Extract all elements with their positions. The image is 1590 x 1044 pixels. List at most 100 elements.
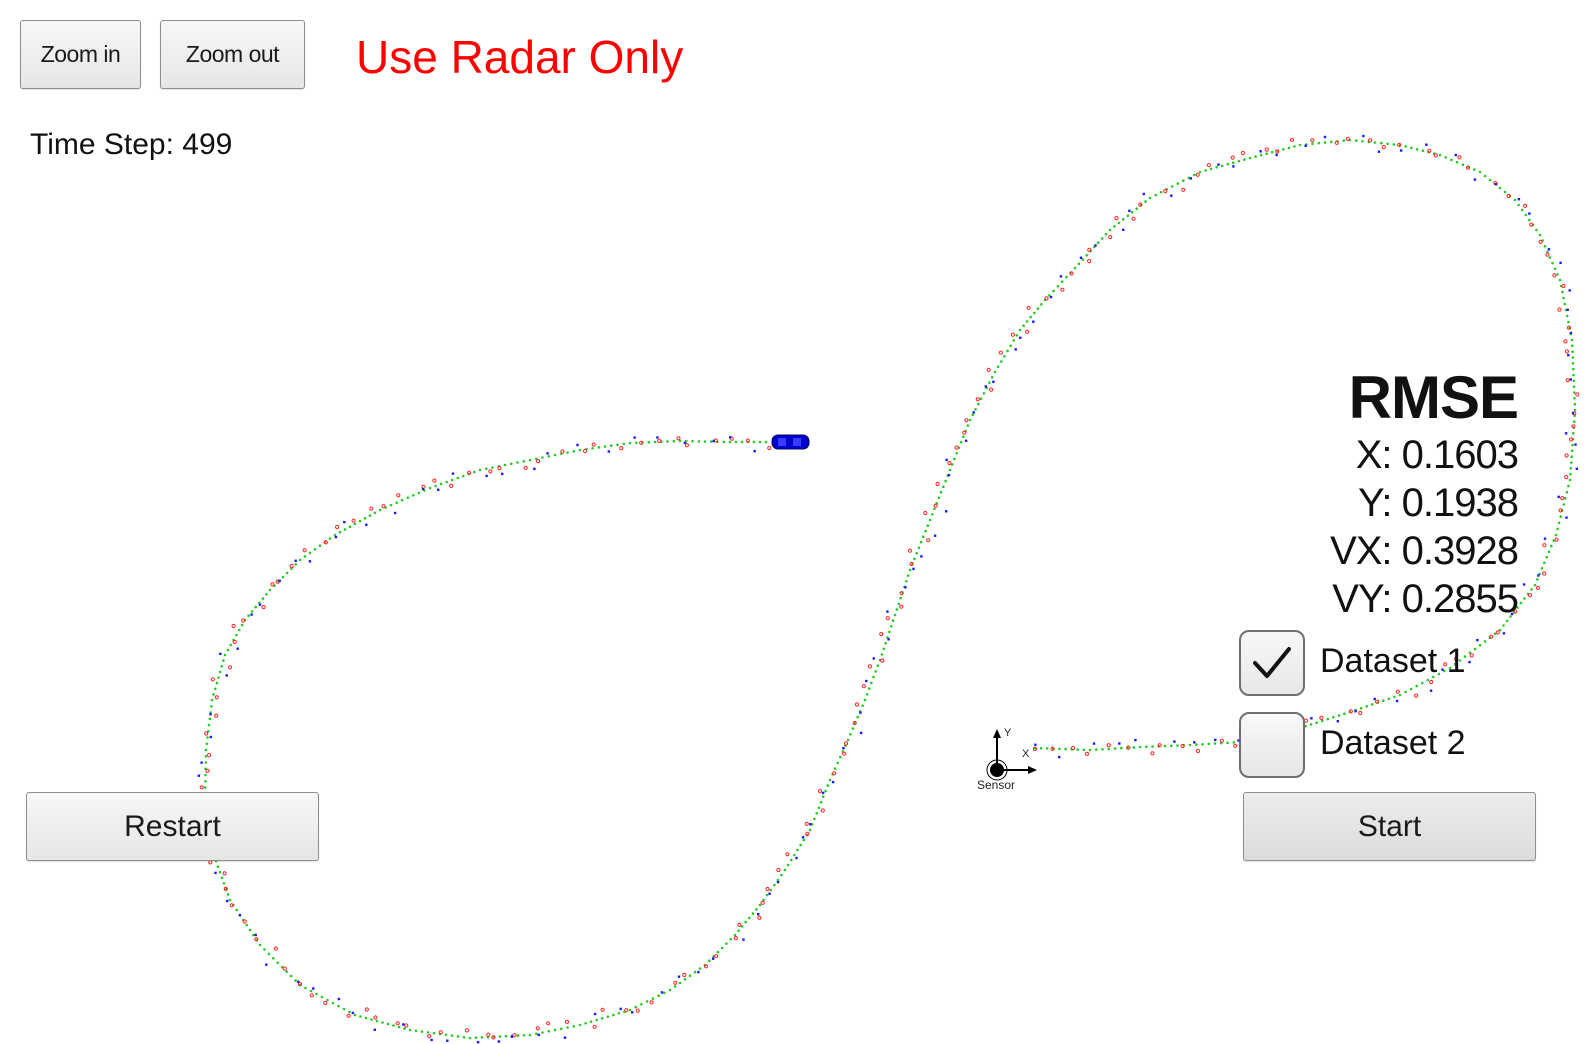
ground-truth-point [1287,146,1291,150]
radar-measurement-point [241,618,246,623]
ground-truth-point [819,800,823,804]
radar-measurement-point [261,605,266,610]
ground-truth-point [1201,743,1204,746]
radar-measurement-point [998,350,1003,355]
ground-truth-point [320,995,324,999]
estimate-point [402,1023,405,1026]
radar-measurement-point [1334,140,1339,145]
estimate-point [1193,741,1196,744]
estimate-point [1566,308,1569,311]
radar-measurement-point [885,616,890,621]
ground-truth-point [1135,207,1138,210]
ground-truth-point [1198,170,1202,174]
ground-truth-point [228,898,232,902]
ground-truth-point [373,511,377,515]
ground-truth-point [220,876,224,880]
radar-measurement-point [351,518,356,523]
radar-measurement-point [619,446,624,451]
radar-measurement-point [733,936,739,941]
ground-truth-point [248,928,252,932]
ground-truth-point [1392,143,1396,146]
dataset-1-checkbox[interactable] [1239,630,1305,696]
radar-measurement-point [564,1019,570,1024]
estimate-point [265,963,268,966]
radar-measurement-point [1131,216,1136,221]
ground-truth-point [218,870,222,874]
ground-truth-point [1450,158,1453,162]
restart-button[interactable]: Restart [26,792,319,861]
estimate-point [501,472,504,476]
radar-measurement-point [962,430,967,435]
ground-truth-point [226,648,230,652]
estimate-point [485,474,488,478]
ground-truth-point [1045,747,1049,750]
radar-measurement-point [535,1026,540,1031]
ground-truth-point [799,843,802,847]
estimate-point [1323,135,1327,139]
ground-truth-point [272,957,275,960]
estimate-point [933,534,937,537]
ground-truth-point [528,1033,532,1037]
radar-measurement-point [649,1000,654,1005]
ground-truth-point [510,462,513,466]
ground-truth-point [678,981,682,985]
estimate-point [972,411,975,414]
zoom-in-button[interactable]: Zoom in [20,20,141,89]
ground-truth-point [528,458,532,462]
ground-truth-point [1064,747,1067,751]
dataset-2-checkbox[interactable] [1239,712,1305,778]
estimate-point [537,1033,540,1037]
ground-truth-point [1524,213,1527,217]
radar-measurement-point [933,503,938,508]
ground-truth-point [210,705,213,708]
zoom-out-button[interactable]: Zoom out [160,20,305,89]
estimate-point [711,957,715,960]
radar-measurement-point [600,1007,605,1012]
ground-truth-point [204,773,207,777]
ground-truth-point [450,1034,454,1037]
radar-measurement-point [1106,743,1111,748]
estimate-point [677,975,681,978]
ground-truth-point [1573,402,1577,406]
estimate-point [1568,289,1571,292]
ground-truth-point [439,482,443,486]
estimate-point [607,450,610,453]
estimate-point [1362,134,1365,138]
ground-truth-point [1528,218,1531,222]
ground-truth-point [1483,174,1487,178]
estimate-point [1517,198,1521,201]
ground-truth-point [622,442,626,446]
radar-measurement-point [899,604,904,609]
radar-measurement-point [954,445,959,450]
ground-truth-point [863,698,867,702]
ground-truth-point [1120,746,1123,750]
ground-truth-point [849,733,852,736]
ground-truth-point [734,440,738,444]
rmse-title: RMSE [1348,364,1519,431]
radar-measurement-point [1087,247,1092,252]
ground-truth-point [1557,521,1561,525]
ground-truth-point [432,1031,436,1035]
start-button[interactable]: Start [1243,792,1536,861]
estimate-point [920,555,923,558]
ground-truth-point [897,602,901,606]
ground-truth-point [578,448,582,452]
ground-truth-point [1478,170,1482,174]
ground-truth-point [1548,256,1552,259]
ground-truth-point [691,440,694,443]
radar-measurement-point [1381,145,1386,150]
estimate-point [197,774,200,777]
ground-truth-point [1259,153,1263,157]
ground-truth-point [1100,237,1104,240]
ground-truth-point [1550,544,1553,548]
ground-truth-point [364,1016,368,1020]
ground-truth-point [851,727,855,730]
radar-measurement-point [1025,329,1030,334]
ground-truth-point [1101,748,1104,751]
ground-truth-point [697,440,701,443]
radar-measurement-point [206,753,212,758]
radar-measurement-point [1108,235,1113,240]
ground-truth-point [1036,307,1040,310]
ground-truth-point [612,1013,615,1017]
ground-truth-point [553,453,557,457]
